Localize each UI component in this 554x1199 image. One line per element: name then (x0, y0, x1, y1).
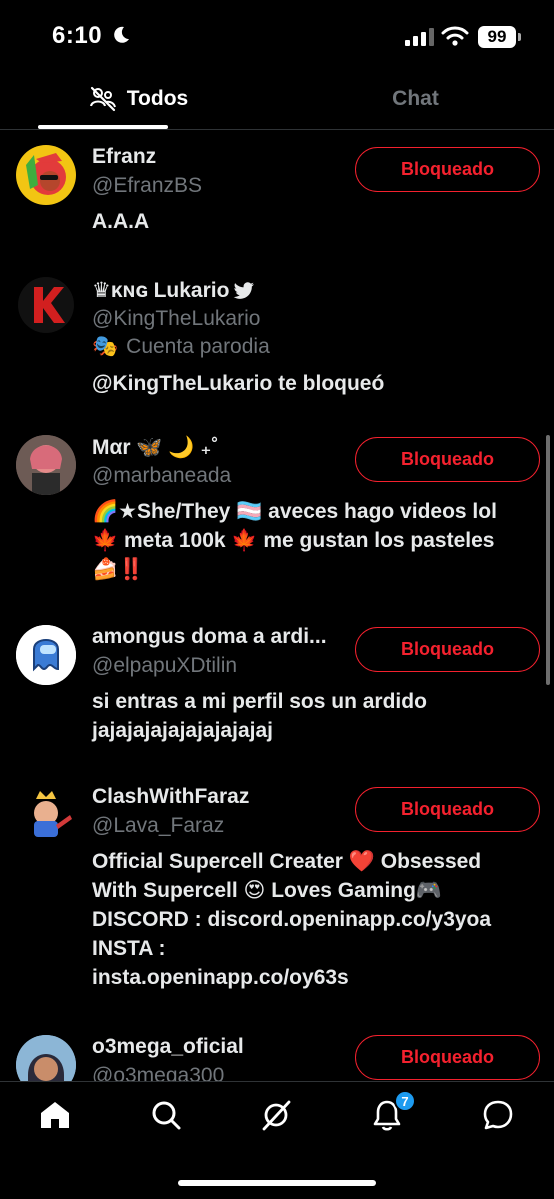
theater-masks-icon: 🎭 (92, 335, 119, 358)
status-bar: 6:10 99 (0, 0, 554, 68)
tab-todos[interactable]: Todos (0, 68, 277, 129)
nav-notifications[interactable]: 7 (370, 1090, 416, 1132)
blocked-button[interactable]: Bloqueado (355, 1035, 540, 1080)
parody-label-text: Cuenta parodia (126, 335, 270, 358)
home-indicator[interactable] (178, 1180, 376, 1186)
blocked-button[interactable]: Bloqueado (355, 627, 540, 672)
nav-home[interactable] (38, 1098, 72, 1132)
user-display-name[interactable]: Mαr 🦋 🌙 ₊˚ (92, 435, 218, 460)
avatar[interactable] (16, 785, 76, 845)
user-handle[interactable]: @EfranzBS (92, 174, 202, 198)
blocked-button[interactable]: Bloqueado (355, 147, 540, 192)
avatar[interactable] (16, 625, 76, 685)
user-bio: Official Supercell Creater ❤️ Obsessed W… (92, 850, 492, 989)
user-bio: 🌈★She/They 🏳️‍⚧️ aveces hago videos lol … (92, 500, 497, 581)
user-handle[interactable]: @o3mega300 (92, 1064, 224, 1081)
grok-icon (262, 1100, 291, 1131)
blocked-button[interactable]: Bloqueado (355, 787, 540, 832)
bird-icon (234, 281, 255, 299)
avatar[interactable] (16, 435, 76, 495)
avatar[interactable] (16, 275, 76, 335)
user-display-name-text: ♛ᴋɴɢ Lukario (92, 279, 230, 302)
user-handle[interactable]: @marbaneada (92, 464, 231, 488)
user-display-name[interactable]: ClashWithFaraz (92, 785, 249, 809)
cellular-signal-icon (405, 28, 434, 46)
battery-indicator: 99 (478, 26, 521, 48)
user-display-name[interactable]: ♛ᴋɴɢ Lukario (92, 278, 255, 303)
parody-label: 🎭 Cuenta parodia (92, 335, 270, 359)
blocked-accounts-list: Efranz @EfranzBS A.A.A Bloqueado ♛ᴋɴɢ Lu… (0, 131, 554, 1081)
search-icon (152, 1101, 181, 1130)
user-bio: si entras a mi perfil sos un ardido jaja… (92, 690, 427, 742)
tab-chat[interactable]: Chat (277, 68, 554, 129)
scrollbar[interactable] (546, 435, 550, 685)
nav-messages[interactable] (481, 1098, 515, 1132)
user-bio: A.A.A (92, 210, 150, 233)
list-item[interactable]: o3mega_oficial @o3mega300 Bloqueado (0, 1021, 554, 1081)
tab-bar: Todos Chat (0, 68, 554, 130)
avatar[interactable] (16, 1035, 76, 1081)
nav-search[interactable] (149, 1098, 183, 1132)
user-display-name[interactable]: Efranz (92, 145, 156, 169)
list-item[interactable]: ♛ᴋɴɢ Lukario @KingTheLukario 🎭 Cuenta pa… (0, 261, 554, 421)
avatar[interactable] (16, 145, 76, 205)
home-icon (41, 1102, 69, 1128)
tab-active-indicator (38, 125, 168, 129)
blocked-you-notice: @KingTheLukario te bloqueó (92, 372, 385, 395)
people-off-icon (89, 86, 117, 112)
user-display-name[interactable]: o3mega_oficial (92, 1035, 244, 1059)
moon-icon (114, 26, 129, 43)
notification-badge: 7 (394, 1090, 416, 1112)
list-item[interactable]: amongus doma a ardi... @elpapuXDtilin si… (0, 611, 554, 771)
wifi-icon (441, 26, 469, 46)
nav-grok[interactable] (259, 1098, 293, 1132)
list-item[interactable]: Efranz @EfranzBS A.A.A Bloqueado (0, 131, 554, 261)
chat-bubble-icon (483, 1100, 513, 1130)
list-item[interactable]: ClashWithFaraz @Lava_Faraz Official Supe… (0, 771, 554, 1021)
user-display-name[interactable]: amongus doma a ardi... (92, 625, 327, 649)
status-time: 6:10 (52, 22, 103, 49)
list-item[interactable]: Mαr 🦋 🌙 ₊˚ @marbaneada 🌈★She/They 🏳️‍⚧️ … (0, 421, 554, 611)
tab-chat-label: Chat (392, 86, 439, 110)
user-handle[interactable]: @Lava_Faraz (92, 814, 224, 838)
blocked-button[interactable]: Bloqueado (355, 437, 540, 482)
tab-todos-label: Todos (126, 86, 189, 110)
user-handle[interactable]: @KingTheLukario (92, 307, 260, 331)
user-handle[interactable]: @elpapuXDtilin (92, 654, 237, 678)
